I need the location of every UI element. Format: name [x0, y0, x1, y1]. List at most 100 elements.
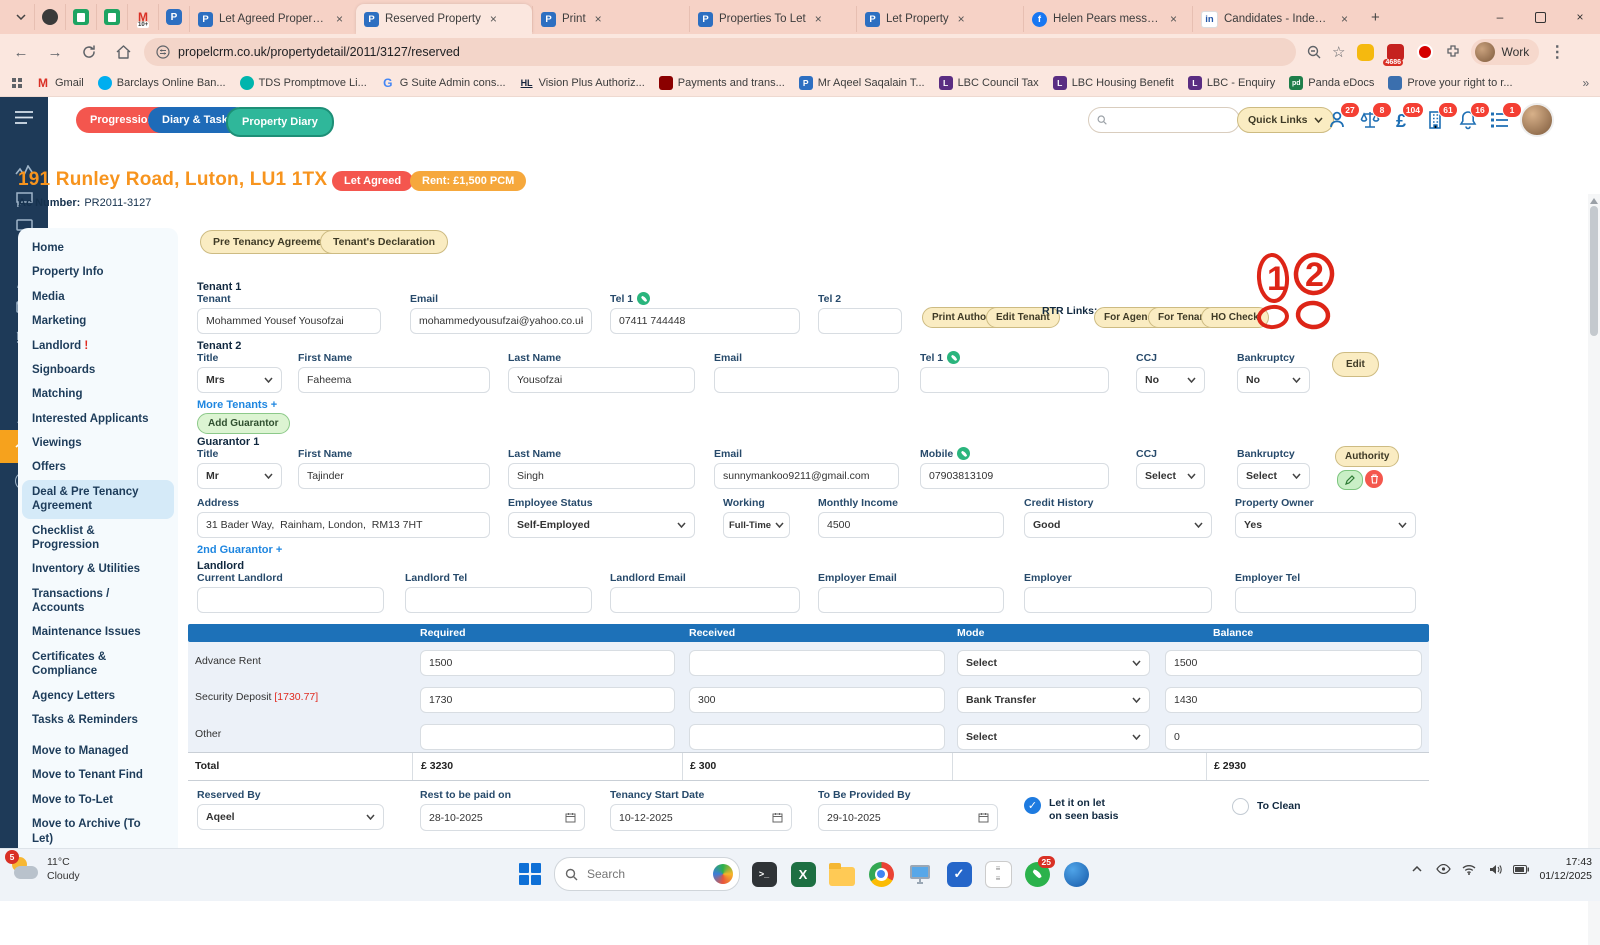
home-icon[interactable]: [110, 39, 136, 65]
tenant-tel2-input[interactable]: [818, 308, 902, 334]
notepad-icon[interactable]: ≡≡: [983, 859, 1013, 889]
sidebar-item-media[interactable]: Media: [18, 285, 178, 309]
new-tab-button[interactable]: +: [1361, 9, 1390, 26]
sidebar-item-agency-letters[interactable]: Agency Letters: [18, 684, 178, 708]
bookmark-tds[interactable]: TDS Promptmove Li...: [240, 76, 367, 90]
g-property-owner-select[interactable]: Yes: [1235, 512, 1416, 538]
g-monthly-income-input[interactable]: [818, 512, 1004, 538]
taskbar-search[interactable]: [554, 857, 740, 891]
tab-tenants-declaration[interactable]: Tenant's Declaration: [320, 230, 448, 254]
url-text[interactable]: propelcrm.co.uk/propertydetail/2011/3127…: [178, 45, 460, 59]
rest-date-picker[interactable]: 28-10-2025: [420, 804, 585, 831]
employer-tel-input[interactable]: [1235, 587, 1416, 613]
kebab-menu-icon[interactable]: ⋮: [1549, 42, 1565, 62]
landlord-tel-input[interactable]: [405, 587, 592, 613]
scroll-up-arrow[interactable]: [1590, 198, 1598, 204]
g-title-select[interactable]: Mr: [197, 463, 282, 489]
forward-icon[interactable]: →: [42, 39, 68, 65]
hamburger-menu-icon[interactable]: [0, 111, 48, 124]
t2-first-name-input[interactable]: [298, 367, 490, 393]
extension-mail-icon[interactable]: 4686: [1385, 42, 1405, 62]
taskbar-clock[interactable]: 17:4301/12/2025: [1539, 855, 1592, 883]
start-date-picker[interactable]: 10-12-2025: [610, 804, 792, 831]
other-received-input[interactable]: [689, 724, 945, 750]
more-tenants-link[interactable]: More Tenants +: [197, 399, 277, 411]
g-address-input[interactable]: [197, 512, 490, 538]
search-input[interactable]: [1113, 113, 1231, 127]
header-search[interactable]: [1088, 107, 1240, 133]
sidebar-item-viewings[interactable]: Viewings: [18, 431, 178, 455]
edit-button[interactable]: Edit: [1332, 352, 1379, 377]
sidebar-item-inventory[interactable]: Inventory & Utilities: [18, 557, 178, 581]
close-icon[interactable]: ×: [592, 12, 605, 26]
extension-lightbulb-icon[interactable]: [1355, 42, 1375, 62]
chrome-icon[interactable]: [866, 859, 896, 889]
g-last-name-input[interactable]: [508, 463, 695, 489]
tenant-name-input[interactable]: [197, 308, 381, 334]
other-required-input[interactable]: [420, 724, 675, 750]
close-icon[interactable]: ×: [955, 12, 968, 26]
g-email-input[interactable]: [714, 463, 899, 489]
deposit-balance-input[interactable]: [1165, 687, 1422, 713]
sidebar-item-transactions[interactable]: Transactions / Accounts: [18, 582, 178, 621]
advance-mode-select[interactable]: Select: [957, 650, 1150, 676]
apps-grid-icon[interactable]: [12, 78, 22, 88]
action-move-to-archive[interactable]: Move to Archive (To Let): [18, 812, 178, 851]
property-diary-button[interactable]: Property Diary: [226, 107, 334, 137]
taskbar-search-input[interactable]: [585, 866, 685, 882]
other-mode-select[interactable]: Select: [957, 724, 1150, 750]
employer-email-input[interactable]: [818, 587, 1004, 613]
tray-chevron-icon[interactable]: [1409, 861, 1425, 877]
action-move-to-tenant-find[interactable]: Move to Tenant Find: [18, 763, 178, 787]
tab-print[interactable]: P Print ×: [532, 6, 689, 32]
zoom-icon[interactable]: [1306, 44, 1322, 60]
terminal-icon[interactable]: >_: [749, 859, 779, 889]
browser-profile-chip[interactable]: Work: [1471, 39, 1539, 65]
pinned-tab-sheet-1[interactable]: [65, 4, 96, 30]
sidebar-item-interested-applicants[interactable]: Interested Applicants: [18, 407, 178, 431]
tab-facebook-messages[interactable]: f Helen Pears messaged yo ×: [1023, 6, 1192, 32]
t2-email-input[interactable]: [714, 367, 899, 393]
volume-icon[interactable]: [1487, 861, 1503, 877]
sidebar-item-landlord[interactable]: Landlord !: [18, 334, 178, 358]
current-landlord-input[interactable]: [197, 587, 384, 613]
bookmark-lbc-enquiry[interactable]: LLBC - Enquiry: [1188, 76, 1275, 90]
scales-icon[interactable]: 8: [1360, 110, 1382, 132]
landlord-email-input[interactable]: [610, 587, 800, 613]
close-window-button[interactable]: ×: [1560, 0, 1600, 34]
t2-ccj-select[interactable]: No: [1136, 367, 1205, 393]
eye-icon[interactable]: [1435, 861, 1451, 877]
whatsapp-icon[interactable]: [637, 292, 650, 305]
sidebar-item-offers[interactable]: Offers: [18, 455, 178, 479]
display-icon[interactable]: [905, 859, 935, 889]
whatsapp-icon[interactable]: [947, 351, 960, 364]
g-working-select[interactable]: Full-Time: [723, 512, 790, 538]
sidebar-item-deal-pre-tenancy[interactable]: Deal & Pre Tenancy Agreement: [22, 480, 174, 519]
whatsapp-icon[interactable]: [957, 447, 970, 460]
bell-icon[interactable]: 16: [1458, 110, 1480, 132]
advance-received-input[interactable]: [689, 650, 945, 676]
bookmark-lbc-council-tax[interactable]: LLBC Council Tax: [939, 76, 1039, 90]
site-info-icon[interactable]: [156, 45, 170, 59]
t2-tel1-input[interactable]: [920, 367, 1109, 393]
extensions-puzzle-icon[interactable]: [1445, 44, 1461, 60]
sidebar-item-matching[interactable]: Matching: [18, 382, 178, 406]
advance-required-input[interactable]: [420, 650, 675, 676]
user-avatar[interactable]: [1520, 103, 1554, 137]
g-mobile-input[interactable]: [920, 463, 1109, 489]
action-move-to-to-let[interactable]: Move to To-Let: [18, 788, 178, 812]
bookmark-prove-right[interactable]: Prove your right to r...: [1388, 76, 1512, 90]
bookmark-barclays[interactable]: Barclays Online Ban...: [98, 76, 226, 90]
deposit-mode-select[interactable]: Bank Transfer: [957, 687, 1150, 713]
pound-icon[interactable]: £ 104: [1392, 110, 1414, 132]
maximize-button[interactable]: [1520, 0, 1560, 34]
reserved-by-select[interactable]: Aqeel: [197, 804, 384, 830]
todo-check-icon[interactable]: ✓: [944, 859, 974, 889]
bookmarks-overflow-chevron[interactable]: »: [1583, 76, 1590, 90]
rtr-ho-check-button[interactable]: HO Check: [1201, 307, 1269, 328]
close-icon[interactable]: ×: [1167, 12, 1180, 26]
tab-indeed-candidates[interactable]: in Candidates - Indeed for E ×: [1192, 6, 1361, 32]
other-balance-input[interactable]: [1165, 724, 1422, 750]
sidebar-item-certificates[interactable]: Certificates & Compliance: [18, 645, 178, 684]
delete-guarantor-icon[interactable]: [1365, 470, 1383, 488]
